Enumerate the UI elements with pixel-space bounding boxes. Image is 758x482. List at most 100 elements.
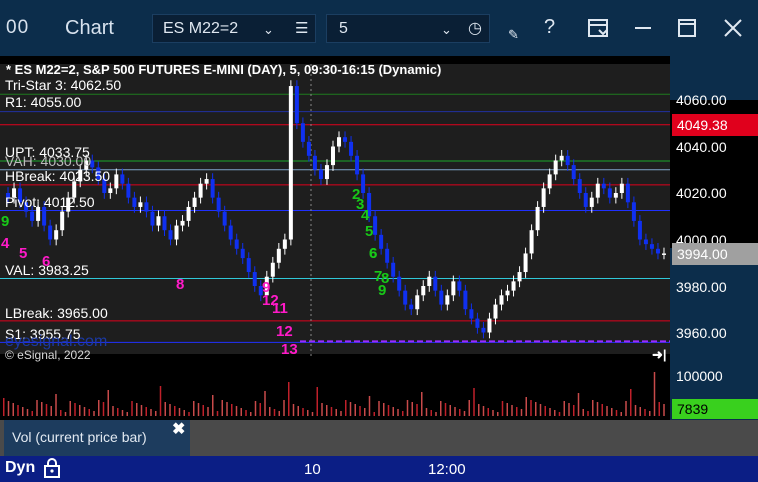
volume-bar (269, 407, 271, 416)
volume-bar (288, 382, 290, 416)
candle-body (469, 309, 474, 319)
volume-bar (601, 404, 603, 416)
volume-bar (416, 404, 418, 416)
volume-bar (278, 411, 280, 416)
candle-body (499, 295, 504, 305)
td-count-label: 8 (176, 276, 185, 293)
minimize-icon[interactable] (632, 17, 654, 39)
td-count-label: 9 (1, 213, 10, 230)
volume-bar (397, 409, 399, 416)
volume-bar (31, 411, 33, 416)
volume-bar (292, 404, 295, 416)
candle-body (234, 239, 239, 249)
candle-body (487, 318, 492, 333)
chevron-down-icon[interactable]: ⌄ (441, 22, 452, 38)
td-count-label: 9 (378, 282, 387, 299)
interval-value[interactable]: 5 (339, 20, 348, 38)
price-plot[interactable] (0, 56, 670, 368)
interval-selector[interactable]: 5 ⌄ ◷ (326, 14, 490, 43)
volume-bar (155, 411, 157, 416)
volume-bar (45, 404, 48, 416)
candle-body (403, 290, 408, 305)
vah-label: VAH: 4030.00 (5, 153, 92, 169)
candle-body (162, 216, 167, 231)
volume-bar (36, 400, 38, 416)
volume-bar (653, 372, 656, 416)
close-icon[interactable] (722, 17, 744, 39)
volume-bar (226, 402, 228, 416)
volume-bar (468, 400, 470, 416)
volume-bar (406, 400, 409, 416)
volume-bar (487, 408, 489, 416)
volume-legend[interactable]: Vol (current price bar) ✖ (4, 420, 190, 456)
dynamic-mode-label[interactable]: Dyn (5, 459, 35, 477)
volume-bar (164, 402, 166, 416)
candle-body (451, 281, 456, 296)
volume-bar (259, 403, 261, 416)
volume-flag: 7839 (672, 399, 758, 419)
candle-body (150, 211, 155, 226)
volume-bar (368, 396, 371, 416)
volume-bar (254, 401, 257, 416)
candle-body (613, 193, 618, 198)
symbol-selector[interactable]: ES M22=2 ⌄ ☰ (152, 14, 316, 43)
scroll-to-end-icon[interactable]: ➜| (652, 347, 667, 363)
menu-icon[interactable]: ☰ (295, 19, 308, 37)
close-legend-icon[interactable]: ✖ (172, 419, 185, 439)
copyright: © eSignal, 2022 (5, 348, 91, 362)
volume-bar (615, 410, 618, 416)
lbreak-label: LBreak: 3965.00 (5, 305, 108, 321)
candle-body (126, 183, 131, 198)
candle-body (246, 258, 251, 273)
volume-bar (421, 392, 423, 416)
td-count-label: 4 (1, 235, 10, 252)
candle-body (409, 304, 414, 310)
volume-bar (335, 409, 337, 416)
volume-bar (516, 407, 518, 416)
hbreak-label: HBreak: 4023.50 (5, 168, 111, 184)
volume-bar (463, 411, 466, 416)
volume-bar (440, 401, 442, 416)
volume-bar (630, 389, 632, 416)
volume-bar (60, 410, 62, 416)
candle-body (192, 197, 197, 207)
title-bar: 00 Chart ES M22=2 ⌄ ☰ 5 ⌄ ◷ ✎ ? (0, 0, 758, 56)
candle-body (415, 295, 420, 310)
price-tick: 3960.00 (676, 325, 727, 341)
volume-bar (98, 400, 100, 416)
volume-bar (307, 410, 309, 416)
candle-body (481, 327, 486, 333)
candle-body (655, 248, 660, 254)
volume-bar (649, 411, 651, 416)
volume-bar (387, 405, 390, 416)
volume-bar (326, 405, 328, 416)
volume-bar (663, 404, 665, 416)
volume-bar (240, 408, 242, 416)
time-axis[interactable]: Dyn 10 12:00 (0, 456, 758, 482)
td-count-label: 6 (369, 245, 378, 262)
volume-bar (577, 393, 580, 416)
help-icon[interactable]: ? (544, 16, 555, 39)
pencil-icon[interactable]: ✎ (508, 27, 519, 43)
maximize-icon[interactable] (676, 17, 698, 39)
volume-axis[interactable]: 100000 7839 (670, 368, 758, 420)
template-icon[interactable] (587, 17, 609, 39)
volume-plot[interactable] (0, 368, 670, 420)
volume-bar (411, 402, 413, 416)
volume-bar (26, 409, 29, 416)
clock-icon[interactable]: ◷ (468, 18, 482, 38)
candle-body (607, 188, 612, 198)
volume-bar (435, 412, 437, 416)
chevron-down-icon[interactable]: ⌄ (263, 22, 274, 38)
volume-bar (511, 405, 513, 416)
lock-icon[interactable] (43, 458, 61, 478)
candle-body (168, 230, 173, 240)
candle-body (120, 174, 125, 184)
candle-body (463, 290, 468, 310)
candle-body (547, 174, 552, 189)
symbol-value[interactable]: ES M22=2 (163, 20, 238, 38)
candle-body (475, 318, 480, 328)
candle-body (427, 276, 432, 286)
volume-bar (159, 386, 162, 416)
volume-bar (520, 409, 523, 416)
